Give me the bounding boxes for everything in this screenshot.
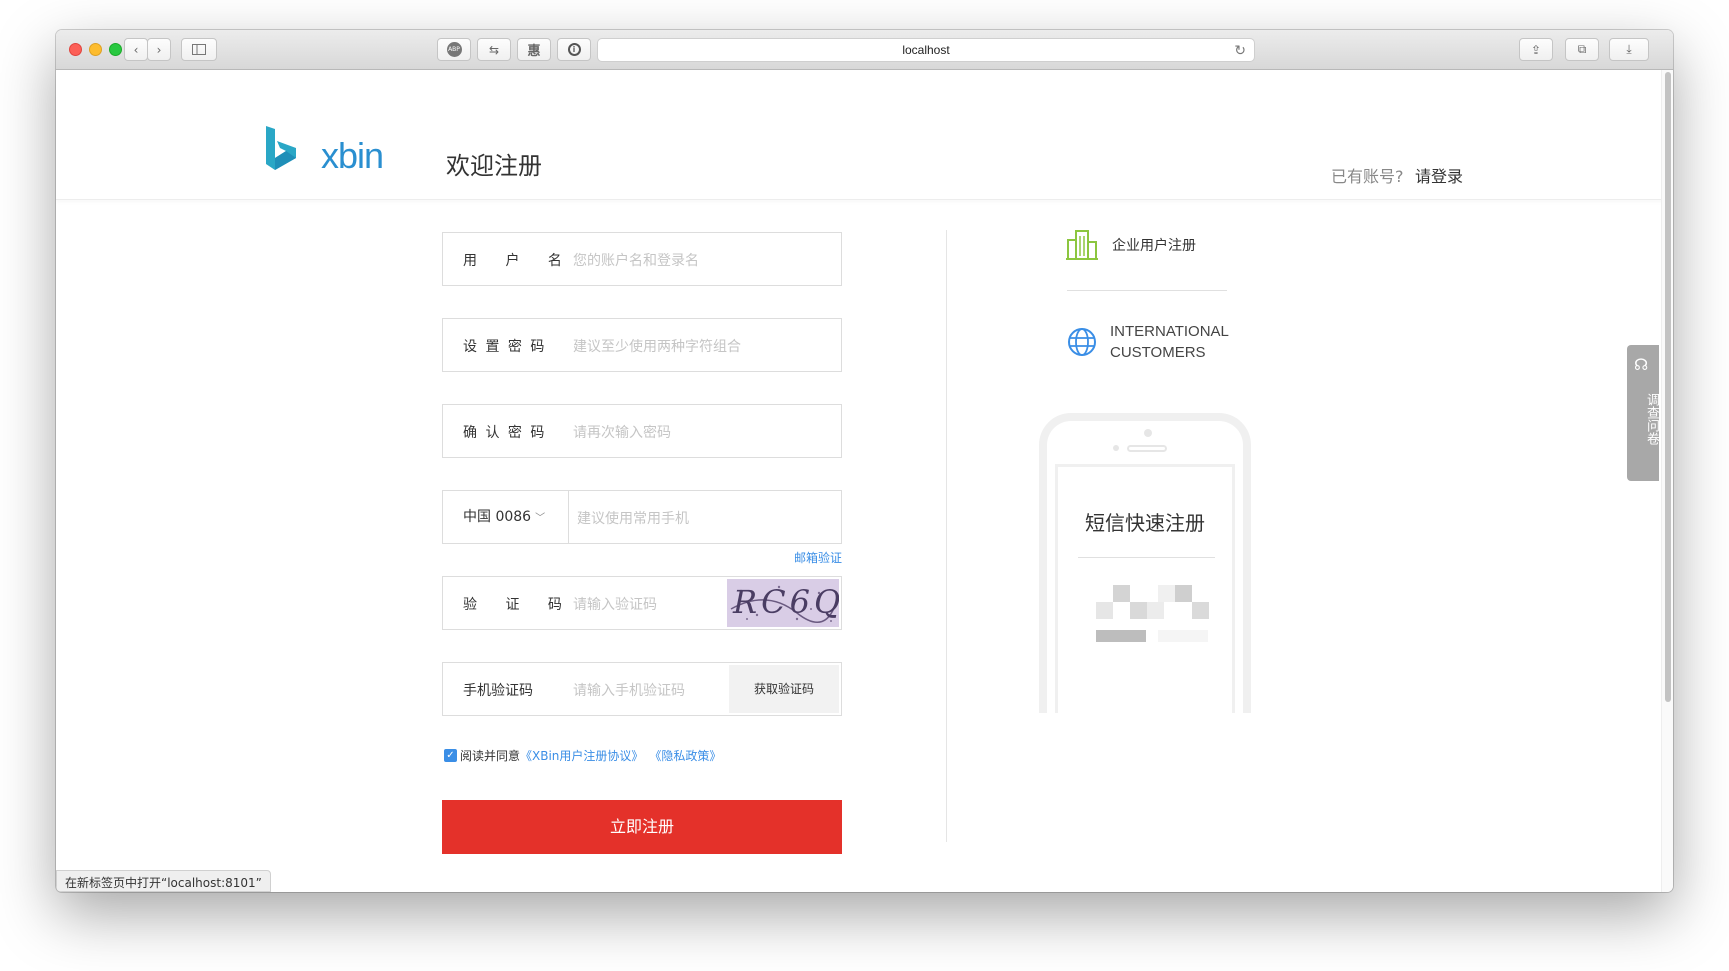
headset-icon: ☊	[1634, 355, 1649, 374]
globe-icon	[1068, 328, 1096, 356]
international-line-1: INTERNATIONAL	[1110, 323, 1229, 340]
browser-status-bar: 在新标签页中打开“localhost:8101”	[56, 870, 271, 892]
username-input[interactable]: 您的账户名和登录名	[573, 250, 699, 270]
chevron-down-icon: ﹀	[535, 513, 546, 524]
confirm-password-label: 确 认 密 码	[463, 425, 547, 441]
sidebar-icon	[192, 44, 206, 55]
chevron-left-icon: ‹	[133, 42, 139, 57]
international-customers-link[interactable]: INTERNATIONAL CUSTOMERS	[1066, 321, 1229, 363]
adblock-extension-button[interactable]: ABP	[437, 38, 471, 61]
phone-input[interactable]: 建议使用常用手机	[577, 508, 689, 528]
password-label: 设 置 密 码	[463, 339, 547, 355]
country-code-select[interactable]: 中国 0086 ﹀	[443, 491, 569, 543]
phone-camera	[1144, 429, 1152, 437]
agree-checkbox[interactable]: ✓	[444, 749, 457, 762]
back-button[interactable]: ‹	[124, 38, 148, 61]
phone-sensor	[1113, 445, 1119, 451]
zoom-window-button[interactable]	[109, 43, 122, 56]
password-field[interactable]: 设 置 密 码 建议至少使用两种字符组合	[442, 318, 842, 372]
page-title: 欢迎注册	[446, 152, 542, 180]
address-bar[interactable]: localhost ↻	[597, 38, 1255, 62]
swap-arrows-icon: ⇆	[488, 42, 500, 57]
password-extension-button[interactable]: i	[557, 38, 591, 61]
dictionary-extension-button[interactable]: 惠	[517, 38, 551, 61]
captcha-input[interactable]: 请输入验证码	[573, 594, 657, 614]
abp-icon: ABP	[446, 42, 462, 57]
close-window-button[interactable]	[69, 43, 82, 56]
tabs-icon: ⧉	[1577, 42, 1587, 56]
chevron-right-icon: ›	[156, 42, 162, 57]
survey-label: 调查问卷	[1644, 393, 1659, 445]
captcha-label: 验 证 码	[463, 597, 574, 613]
sidebar-toggle-button[interactable]	[181, 38, 217, 61]
login-link[interactable]: 请登录	[1415, 163, 1463, 187]
tabs-overview-button[interactable]: ⧉	[1565, 38, 1599, 61]
username-label: 用 户 名	[463, 253, 574, 269]
reload-icon[interactable]: ↻	[1234, 39, 1246, 61]
address-text: localhost	[902, 43, 950, 57]
phone-screen: 短信快速注册	[1055, 464, 1235, 713]
download-icon: ⤓	[1626, 42, 1632, 56]
captcha-text: RC6Q	[733, 583, 839, 621]
captcha-image[interactable]: RC6Q	[727, 579, 839, 627]
international-customers-label: INTERNATIONAL CUSTOMERS	[1110, 321, 1229, 363]
privacy-policy-link[interactable]: 《隐私政策》	[649, 747, 721, 764]
info-circle-icon: i	[567, 43, 581, 56]
minimize-window-button[interactable]	[89, 43, 102, 56]
browser-toolbar: ‹ › ABP ⇆ 惠 i localhost ↻ ⇪ ⧉ ⤓	[56, 30, 1673, 70]
email-verify-link[interactable]: 邮箱验证	[794, 549, 842, 566]
share-button[interactable]: ⇪	[1519, 38, 1553, 61]
forward-button[interactable]: ›	[147, 38, 171, 61]
site-header: xbin 欢迎注册 已有账号? 请登录	[56, 70, 1673, 200]
international-line-2: CUSTOMERS	[1110, 344, 1206, 361]
register-button[interactable]: 立即注册	[442, 800, 842, 854]
page-scrollbar[interactable]	[1661, 70, 1673, 892]
downloads-button[interactable]: ⤓	[1609, 38, 1649, 61]
phone-speaker	[1127, 445, 1167, 452]
captcha-field[interactable]: 验 证 码 请输入验证码 RC6Q	[442, 576, 842, 630]
agree-prefix: 阅读并同意	[460, 749, 521, 763]
login-prompt: 已有账号?	[1331, 167, 1404, 186]
translate-extension-button[interactable]: ⇆	[477, 38, 511, 61]
confirm-password-field[interactable]: 确 认 密 码 请再次输入密码	[442, 404, 842, 458]
dictionary-icon: 惠	[527, 44, 541, 59]
enterprise-register-link[interactable]: 企业用户注册	[1066, 230, 1196, 260]
option-separator	[1067, 290, 1227, 291]
browser-window: ‹ › ABP ⇆ 惠 i localhost ↻ ⇪ ⧉ ⤓ + xbin 欢…	[56, 30, 1673, 892]
country-code-value: 中国 0086	[463, 509, 532, 525]
survey-side-tab[interactable]: ☊ 调查问卷	[1627, 345, 1659, 481]
confirm-password-input[interactable]: 请再次输入密码	[573, 422, 671, 442]
share-icon: ⇪	[1530, 42, 1542, 57]
column-divider	[946, 230, 947, 842]
sms-code-input[interactable]: 请输入手机验证码	[573, 680, 685, 700]
sms-code-field[interactable]: 手机验证码 请输入手机验证码 获取验证码	[442, 662, 842, 716]
sms-register-title: 短信快速注册	[1085, 511, 1205, 535]
password-input[interactable]: 建议至少使用两种字符组合	[573, 336, 741, 356]
bing-logo-icon	[266, 126, 296, 170]
enterprise-register-label: 企业用户注册	[1112, 238, 1196, 254]
phone-field[interactable]: 中国 0086 ﹀ 建议使用常用手机	[442, 490, 842, 544]
scrollbar-thumb[interactable]	[1665, 72, 1671, 702]
user-agreement-link[interactable]: 《XBin用户注册协议》	[520, 747, 643, 764]
get-sms-code-button[interactable]: 获取验证码	[729, 665, 839, 713]
sms-code-label: 手机验证码	[463, 683, 533, 699]
username-field[interactable]: 用 户 名 您的账户名和登录名	[442, 232, 842, 286]
agreement-row: ✓ 阅读并同意 《XBin用户注册协议》 《隐私政策》	[444, 747, 721, 764]
sms-title-underline	[1078, 557, 1215, 558]
building-icon	[1066, 230, 1098, 260]
logo-text[interactable]: xbin	[321, 135, 384, 177]
sms-register-phone-illustration[interactable]: 短信快速注册	[1039, 413, 1251, 713]
